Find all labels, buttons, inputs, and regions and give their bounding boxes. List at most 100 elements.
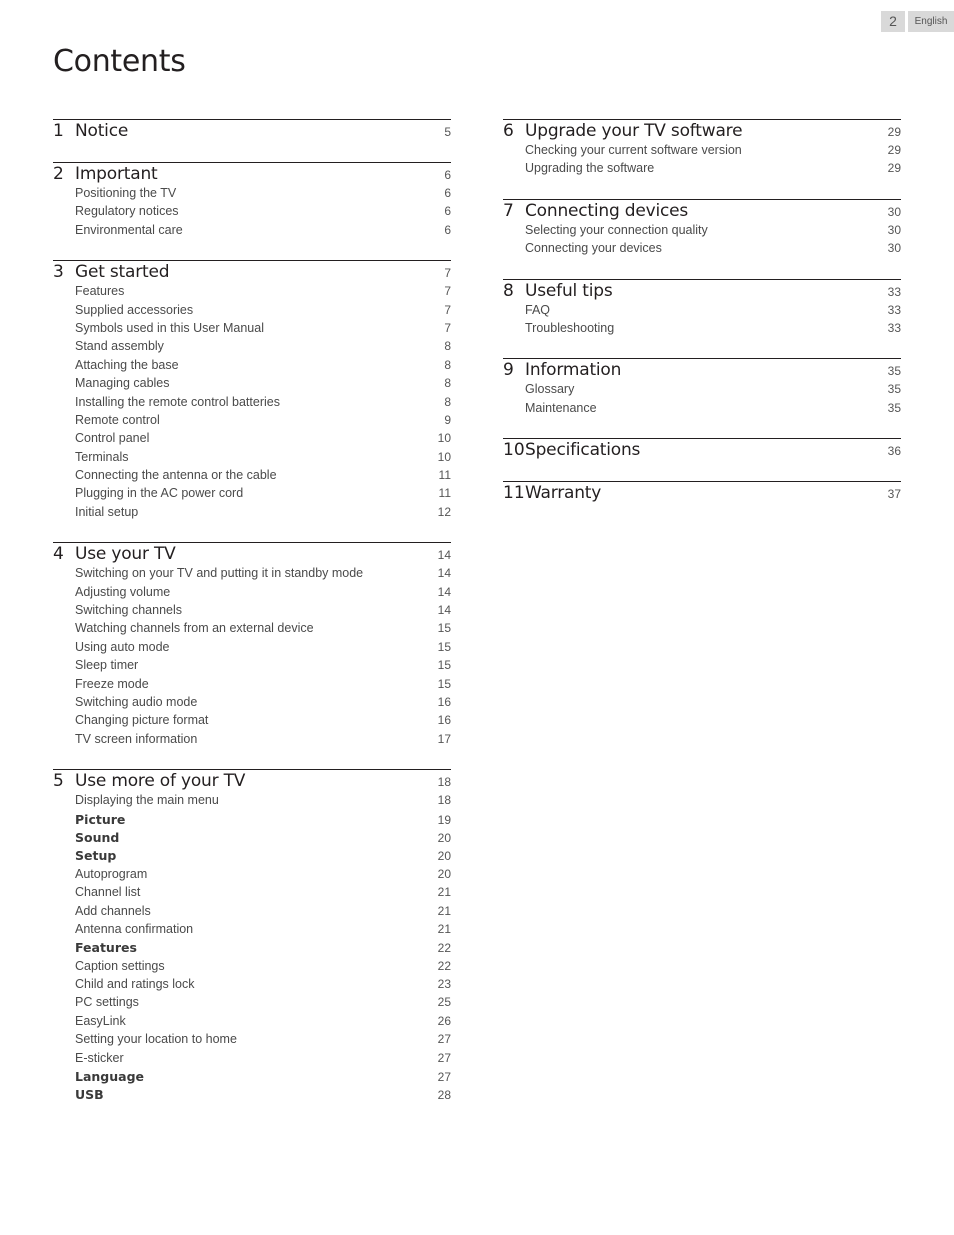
toc-entry[interactable]: Switching on your TV and putting it in s… (53, 566, 451, 584)
toc-entry[interactable]: Supplied accessories 7 (53, 303, 451, 321)
entry-page-number: 8 (444, 376, 451, 391)
entry-page-number: 15 (437, 676, 451, 691)
entry-page-number: 30 (887, 222, 901, 237)
toc-entry[interactable]: Glossary 35 (503, 382, 901, 400)
toc-section-heading[interactable]: 7 Connecting devices 30 (503, 201, 901, 223)
toc-entry[interactable]: Watching channels from an external devic… (53, 621, 451, 639)
entry-page-number: 16 (437, 694, 451, 709)
toc-section-heading[interactable]: 1 Notice 5 (53, 121, 451, 143)
toc-section: 7 Connecting devices 30 Selecting your c… (503, 198, 901, 279)
toc-entry[interactable]: TV screen information 17 (53, 732, 451, 750)
toc-entry[interactable]: FAQ 33 (503, 303, 901, 321)
toc-entry[interactable]: Initial setup 12 (53, 505, 451, 523)
toc-entry[interactable]: Maintenance 35 (503, 401, 901, 419)
toc-entry[interactable]: Using auto mode 15 (53, 640, 451, 658)
toc-entry[interactable]: Setting your location to home 27 (53, 1032, 451, 1050)
entry-page-number: 8 (444, 357, 451, 372)
toc-entry[interactable]: Checking your current software version 2… (503, 143, 901, 161)
toc-section: 2 Important 6 Positioning the TV 6 Regul… (53, 162, 451, 260)
toc-entry[interactable]: Displaying the main menu 18 (53, 793, 451, 811)
toc-section-heading[interactable]: 4 Use your TV 14 (53, 544, 451, 566)
toc-entry[interactable]: Caption settings 22 (53, 959, 451, 977)
entry-title: Autoprogram (75, 866, 148, 881)
toc-section: 1 Notice 5 (53, 119, 451, 162)
entry-page-number: 30 (887, 241, 901, 256)
section-number: 10 (503, 440, 525, 461)
section-title: Warranty (525, 483, 602, 504)
section-number: 4 (53, 544, 64, 565)
toc-entry[interactable]: Attaching the base 8 (53, 358, 451, 376)
page-title: Contents (53, 44, 186, 79)
toc-entry[interactable]: Positioning the TV 6 (53, 186, 451, 204)
section-title: Connecting devices (525, 200, 689, 221)
toc-entry[interactable]: Plugging in the AC power cord 11 (53, 486, 451, 504)
entry-page-number: 16 (437, 713, 451, 728)
section-number: 2 (53, 164, 64, 184)
toc-entry[interactable]: Sound 20 (53, 830, 451, 848)
toc-entry[interactable]: Child and ratings lock 23 (53, 977, 451, 995)
toc-section-heading[interactable]: 9 Information 35 (503, 360, 901, 382)
toc-entry[interactable]: PC settings 25 (53, 995, 451, 1013)
toc-entry[interactable]: Changing picture format 16 (53, 713, 451, 731)
toc-section: 5 Use more of your TV 18 Displaying the … (53, 769, 451, 1125)
toc-entry[interactable]: Stand assembly 8 (53, 339, 451, 357)
toc-entry[interactable]: Features 7 (53, 284, 451, 302)
toc-entry[interactable]: Connecting your devices 30 (503, 241, 901, 259)
toc-entry[interactable]: Connecting the antenna or the cable 11 (53, 468, 451, 486)
toc-entry[interactable]: E-sticker 27 (53, 1051, 451, 1069)
section-number: 9 (503, 360, 514, 381)
toc-entry[interactable]: Troubleshooting 33 (503, 321, 901, 339)
toc-entry[interactable]: Remote control 9 (53, 413, 451, 431)
toc-entry[interactable]: Selecting your connection quality 30 (503, 223, 901, 241)
toc-section: 11 Warranty 37 (503, 481, 901, 524)
toc-section-heading[interactable]: 8 Useful tips 33 (503, 281, 901, 303)
entry-title: Upgrading the software (525, 161, 655, 176)
toc-entry[interactable]: Adjusting volume 14 (53, 585, 451, 603)
toc-entry[interactable]: Upgrading the software 29 (503, 161, 901, 179)
toc-section-heading[interactable]: 3 Get started 7 (53, 262, 451, 284)
toc-section-heading[interactable]: 11 Warranty 37 (503, 483, 901, 505)
toc-entry[interactable]: Environmental care 6 (53, 223, 451, 241)
toc-entry[interactable]: Autoprogram 20 (53, 867, 451, 885)
toc-entry[interactable]: Antenna confirmation 21 (53, 922, 451, 940)
toc-entry[interactable]: Sleep timer 15 (53, 658, 451, 676)
toc-entry[interactable]: Switching channels 14 (53, 603, 451, 621)
toc-entry[interactable]: Managing cables 8 (53, 376, 451, 394)
toc-entry[interactable]: Freeze mode 15 (53, 677, 451, 695)
toc-section: 8 Useful tips 33 FAQ 33 Troubleshooting … (503, 278, 901, 359)
toc-entry[interactable]: EasyLink 26 (53, 1014, 451, 1032)
toc-entry[interactable]: Channel list 21 (53, 885, 451, 903)
toc-section-heading[interactable]: 2 Important 6 (53, 164, 451, 186)
toc-entry[interactable]: Add channels 21 (53, 904, 451, 922)
toc-section-heading[interactable]: 6 Upgrade your TV software 29 (503, 121, 901, 143)
toc-entry[interactable]: Switching audio mode 16 (53, 695, 451, 713)
entry-title: Caption settings (75, 958, 165, 973)
entry-title: Features (75, 940, 137, 956)
toc-section: 9 Information 35 Glossary 35 Maintenance… (503, 358, 901, 438)
toc-entry[interactable]: Terminals 10 (53, 450, 451, 468)
toc-section-heading[interactable]: 10 Specifications 36 (503, 440, 901, 462)
entry-page-number: 15 (437, 658, 451, 673)
toc-entry[interactable]: Setup 20 (53, 848, 451, 866)
toc-entry[interactable]: Features 22 (53, 940, 451, 958)
section-number: 8 (503, 280, 514, 301)
toc-entry[interactable]: Language 27 (53, 1069, 451, 1087)
toc-entry[interactable]: Picture 19 (53, 812, 451, 830)
toc-entry[interactable]: Symbols used in this User Manual 7 (53, 321, 451, 339)
entry-page-number: 10 (437, 431, 451, 446)
toc-entry[interactable]: USB 28 (53, 1087, 451, 1105)
entry-page-number: 27 (437, 1050, 451, 1065)
entry-title: Troubleshooting (525, 320, 615, 335)
entry-title: Managing cables (75, 376, 170, 391)
entry-title: Displaying the main menu (75, 793, 219, 808)
toc-entry[interactable]: Regulatory notices 6 (53, 204, 451, 222)
toc-entry[interactable]: Control panel 10 (53, 431, 451, 449)
entry-title: Initial setup (75, 504, 139, 519)
toc-section-heading[interactable]: 5 Use more of your TV 18 (53, 771, 451, 793)
toc-entry[interactable]: Installing the remote control batteries … (53, 395, 451, 413)
entry-title: Checking your current software version (525, 143, 742, 157)
